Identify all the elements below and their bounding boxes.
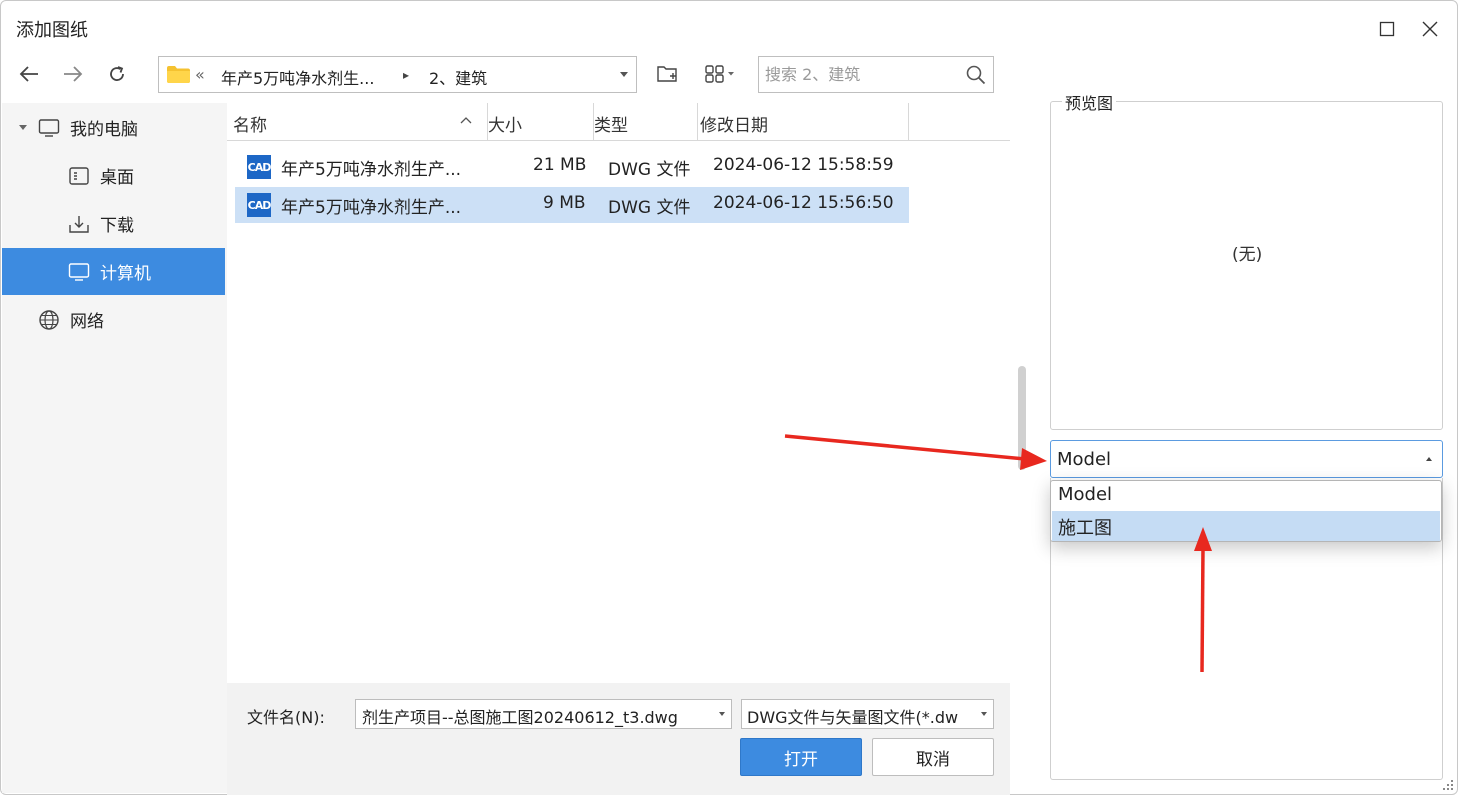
- file-name: 年产5万吨净水剂生产...: [281, 160, 462, 180]
- breadcrumb-parent[interactable]: 年产5万吨净水剂生...: [221, 65, 374, 89]
- column-header-label: 名称: [233, 116, 267, 136]
- file-size: 9 MB: [543, 193, 586, 213]
- forward-button[interactable]: [57, 58, 89, 90]
- file-date: 2024-06-12 15:56:50: [713, 193, 894, 213]
- file-name: 年产5万吨净水剂生产...: [281, 198, 462, 218]
- new-folder-button[interactable]: [654, 60, 682, 88]
- filename-combo[interactable]: 剂生产项目--总图施工图20240612_t3.dwg: [355, 699, 732, 729]
- column-header-label: 类型: [594, 116, 628, 136]
- refresh-button[interactable]: [101, 58, 133, 90]
- address-dropdown-icon[interactable]: [620, 72, 628, 77]
- filename-value: 剂生产项目--总图施工图20240612_t3.dwg: [362, 708, 678, 727]
- folder-icon: [167, 66, 190, 83]
- file-row[interactable]: CAD 年产5万吨净水剂生产... 21 MB DWG 文件 2024-06-1…: [235, 149, 909, 185]
- sort-ascending-icon: [460, 117, 472, 124]
- preview-empty-text: (无): [1232, 245, 1263, 265]
- sidebar-item-network[interactable]: 网络: [2, 296, 225, 343]
- breadcrumb-overflow[interactable]: «: [195, 65, 205, 84]
- chevron-down-icon[interactable]: [719, 712, 725, 716]
- cancel-button[interactable]: 取消: [872, 738, 994, 776]
- chevron-down-icon: [728, 72, 734, 76]
- layout-dropdown: Model 施工图: [1050, 480, 1442, 542]
- search-box[interactable]: [758, 56, 994, 93]
- maximize-icon: [1379, 21, 1395, 37]
- column-header-name[interactable]: 名称: [227, 103, 488, 141]
- preview-frame: [1050, 101, 1443, 430]
- layout-option-construction[interactable]: 施工图: [1052, 511, 1440, 541]
- column-header-filler: [909, 103, 1010, 141]
- column-header-date[interactable]: 修改日期: [698, 103, 909, 141]
- column-header-size[interactable]: 大小: [488, 103, 594, 141]
- close-button[interactable]: [1413, 12, 1447, 46]
- expand-caret-icon[interactable]: [18, 124, 28, 132]
- sidebar-item-label: 网络: [70, 312, 104, 332]
- navigation-pane: 我的电脑 桌面 下载 计算机 网络: [2, 103, 227, 793]
- column-header-label: 大小: [488, 116, 522, 136]
- column-header-type[interactable]: 类型: [594, 103, 698, 141]
- back-button[interactable]: [13, 58, 45, 90]
- filetype-combo[interactable]: DWG文件与矢量图文件(*.dw: [741, 699, 994, 729]
- sidebar-item-desktop[interactable]: 桌面: [2, 152, 225, 199]
- close-icon: [1422, 21, 1438, 37]
- layout-select[interactable]: Model: [1050, 440, 1443, 478]
- resize-grip-icon[interactable]: [1440, 777, 1454, 791]
- file-row-selected[interactable]: CAD 年产5万吨净水剂生产... 9 MB DWG 文件 2024-06-12…: [235, 187, 909, 223]
- refresh-icon: [110, 66, 124, 81]
- monitor-icon: [38, 118, 60, 137]
- cad-file-icon: CAD: [247, 155, 271, 179]
- address-bar[interactable]: « 年产5万吨净水剂生... ▸ 2、建筑: [158, 56, 637, 93]
- sidebar-item-downloads[interactable]: 下载: [2, 200, 225, 247]
- splitter-handle[interactable]: [1018, 366, 1026, 470]
- sidebar-item-my-computer[interactable]: 我的电脑: [2, 104, 225, 151]
- file-type: DWG 文件: [608, 160, 691, 180]
- layout-option-model[interactable]: Model: [1052, 481, 1440, 511]
- column-header-label: 修改日期: [700, 116, 768, 136]
- view-mode-button[interactable]: [698, 60, 742, 88]
- new-folder-icon: [657, 66, 677, 82]
- file-type: DWG 文件: [608, 198, 691, 218]
- computer-icon: [68, 262, 90, 281]
- layout-selected-value: Model: [1057, 449, 1112, 470]
- search-input[interactable]: [759, 57, 959, 92]
- sidebar-item-label: 桌面: [100, 168, 134, 188]
- file-list: 名称 大小 类型 修改日期 CAD 年产5万吨净水剂生产... 21 MB DW…: [227, 103, 1010, 683]
- sidebar-item-label: 计算机: [100, 264, 151, 284]
- sidebar-item-label: 下载: [100, 216, 134, 236]
- preview-title: 预览图: [1062, 90, 1117, 114]
- filetype-value: DWG文件与矢量图文件(*.dw: [747, 708, 959, 727]
- maximize-button[interactable]: [1370, 12, 1404, 46]
- sidebar-item-label: 我的电脑: [70, 120, 138, 140]
- chevron-down-icon[interactable]: [981, 712, 987, 716]
- breadcrumb-separator[interactable]: ▸: [403, 68, 409, 82]
- search-icon[interactable]: [965, 64, 987, 86]
- cad-file-icon: CAD: [247, 193, 271, 217]
- file-size: 21 MB: [533, 155, 587, 175]
- download-icon: [69, 215, 89, 233]
- window-title: 添加图纸: [16, 20, 88, 41]
- desktop-icon: [69, 166, 89, 185]
- breadcrumb-current[interactable]: 2、建筑: [429, 65, 487, 89]
- chevron-up-icon[interactable]: [1426, 457, 1432, 461]
- open-button[interactable]: 打开: [740, 738, 862, 776]
- sidebar-item-computer[interactable]: 计算机: [2, 248, 225, 295]
- file-date: 2024-06-12 15:58:59: [713, 155, 894, 175]
- filename-label: 文件名(N):: [247, 708, 325, 727]
- grid-view-icon: [705, 65, 724, 83]
- globe-icon: [39, 309, 59, 330]
- arrow-right-icon: [64, 66, 83, 82]
- arrow-left-icon: [19, 66, 38, 82]
